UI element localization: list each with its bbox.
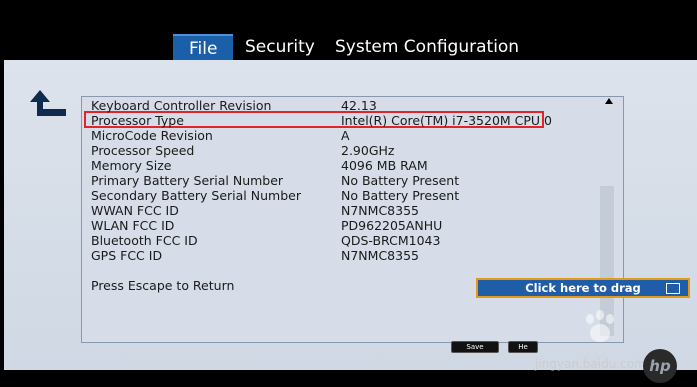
save-button[interactable]: Save bbox=[451, 341, 499, 353]
tab-file[interactable]: File bbox=[173, 34, 234, 62]
tab-security[interactable]: Security bbox=[245, 34, 315, 60]
info-value: QDS-BRCM1043 bbox=[341, 233, 441, 248]
scroll-up-arrow-icon[interactable] bbox=[605, 98, 613, 104]
drag-label: Click here to drag bbox=[525, 281, 641, 295]
watermark-text: jingyan.baidu.com bbox=[535, 357, 646, 371]
info-label: Secondary Battery Serial Number bbox=[91, 188, 301, 203]
info-label: Primary Battery Serial Number bbox=[91, 173, 284, 188]
info-row: WLAN FCC ID PD962205ANHU bbox=[91, 218, 442, 233]
bottom-bar bbox=[0, 370, 697, 387]
info-label: GPS FCC ID bbox=[91, 248, 163, 263]
escape-hint: Press Escape to Return bbox=[91, 278, 235, 293]
window-icon bbox=[666, 283, 680, 294]
info-value: 42.13 bbox=[341, 98, 377, 113]
info-row: GPS FCC ID N7NMC8355 bbox=[91, 248, 419, 263]
info-label: Bluetooth FCC ID bbox=[91, 233, 198, 248]
info-row: MicroCode Revision A bbox=[91, 128, 350, 143]
info-row: Secondary Battery Serial Number No Batte… bbox=[91, 188, 459, 203]
back-arrow-icon[interactable] bbox=[28, 88, 68, 120]
menu-bar: File Security System Configuration bbox=[0, 0, 697, 62]
info-label: Processor Type bbox=[91, 113, 184, 128]
info-value: Intel(R) Core(TM) i7-3520M CPU 0 bbox=[341, 113, 553, 128]
info-row: Processor Speed 2.90GHz bbox=[91, 143, 394, 158]
info-row: Memory Size 4096 MB RAM bbox=[91, 158, 428, 173]
info-value: No Battery Present bbox=[341, 188, 460, 203]
info-label: MicroCode Revision bbox=[91, 128, 213, 143]
drag-handle-box[interactable]: Click here to drag bbox=[476, 278, 690, 298]
info-value: 2.90GHz bbox=[341, 143, 395, 158]
tab-system-configuration[interactable]: System Configuration bbox=[335, 34, 519, 60]
info-value: 4096 MB RAM bbox=[341, 158, 428, 173]
baidu-paw-watermark-icon bbox=[586, 310, 614, 342]
info-row: Bluetooth FCC ID QDS-BRCM1043 bbox=[91, 233, 440, 248]
info-row: Processor Type Intel(R) Core(TM) i7-3520… bbox=[91, 113, 552, 128]
info-row: Primary Battery Serial Number No Battery… bbox=[91, 173, 459, 188]
info-value: N7NMC8355 bbox=[341, 203, 419, 218]
info-value: A bbox=[341, 128, 350, 143]
info-value: PD962205ANHU bbox=[341, 218, 443, 233]
info-label: Memory Size bbox=[91, 158, 172, 173]
info-value: N7NMC8355 bbox=[341, 248, 419, 263]
info-label: Processor Speed bbox=[91, 143, 195, 158]
info-row: Keyboard Controller Revision 42.13 bbox=[91, 98, 377, 113]
info-label: WWAN FCC ID bbox=[91, 203, 179, 218]
hp-logo: hp bbox=[643, 349, 677, 383]
info-label: Keyboard Controller Revision bbox=[91, 98, 272, 113]
info-label: WLAN FCC ID bbox=[91, 218, 175, 233]
info-row: WWAN FCC ID N7NMC8355 bbox=[91, 203, 419, 218]
info-value: No Battery Present bbox=[341, 173, 460, 188]
